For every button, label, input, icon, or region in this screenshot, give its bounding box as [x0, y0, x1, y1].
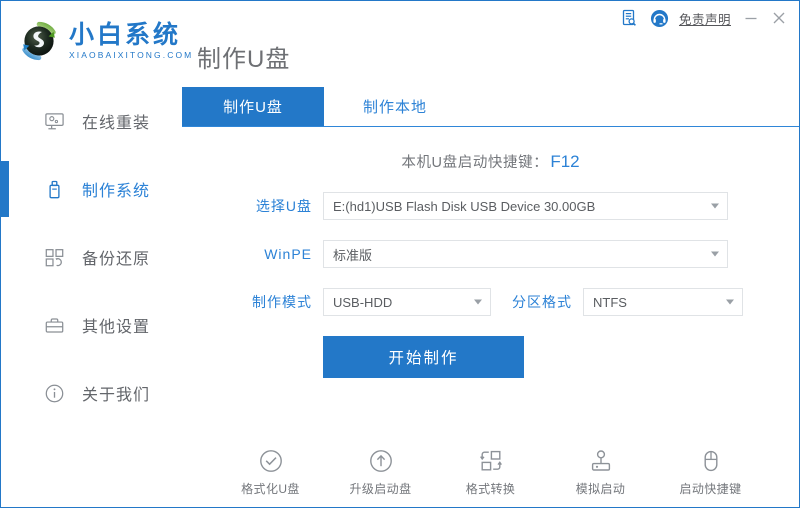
toolbox-icon [43, 314, 65, 336]
boot-shortcut-key: F12 [550, 152, 580, 171]
winpe-select-label: WinPE [264, 246, 312, 262]
chevron-down-icon [474, 299, 482, 305]
convert-squares-icon [477, 447, 505, 475]
sidebar-item-backup-restore[interactable]: 备份还原 [1, 223, 182, 291]
tab-make-usb[interactable]: 制作U盘 [182, 87, 324, 126]
sidebar-active-indicator [1, 161, 9, 217]
form-row-mode-partition: 制作模式 USB-HDD 分区格式 NTFS [182, 288, 799, 316]
tab-bar: 制作U盘 制作本地 [182, 87, 799, 127]
sidebar-item-label: 关于我们 [82, 387, 151, 404]
disclaimer-link[interactable]: 免责声明 [679, 9, 731, 28]
make-usb-form: 选择U盘 E:(hd1)USB Flash Disk USB Device 30… [182, 192, 799, 378]
document-search-icon[interactable] [615, 3, 645, 33]
toolbar-item-label: 模拟启动 [575, 482, 626, 496]
boot-shortcut-text: 本机U盘启动快捷键： [401, 155, 549, 171]
sidebar-item-label: 备份还原 [82, 251, 151, 268]
title-bar-controls: 免责声明 [615, 1, 793, 35]
boot-shortcut-info: 本机U盘启动快捷键： F12 [182, 151, 799, 172]
toolbar-item-upgrade-boot-disk[interactable]: 升级启动盘 [343, 447, 419, 497]
joystick-icon [587, 447, 615, 475]
sidebar-item-label: 其他设置 [82, 319, 151, 336]
info-circle-icon [43, 382, 65, 404]
sidebar-item-online-reinstall[interactable]: 在线重装 [1, 87, 182, 155]
partition-select[interactable]: NTFS [583, 288, 743, 316]
sidebar-item-make-system[interactable]: 制作系统 [1, 155, 182, 223]
brand: 小白系统 XIAOBAIXITONG.COM [15, 17, 193, 65]
toolbar-item-boot-shortcut[interactable]: 启动快捷键 [673, 447, 749, 497]
minimize-button[interactable] [737, 3, 765, 33]
content-panel: 制作U盘 制作本地 本机U盘启动快捷键： F12 选择U盘 E:(hd1)USB … [182, 87, 799, 507]
monitor-icon [43, 110, 65, 132]
brand-text: 小白系统 XIAOBAIXITONG.COM [69, 22, 193, 61]
usb-select-label: 选择U盘 [255, 198, 312, 214]
toolbar-item-simulate-boot[interactable]: 模拟启动 [563, 447, 639, 497]
sidebar-item-label: 制作系统 [82, 183, 151, 200]
winpe-select-value: 标准版 [333, 247, 373, 263]
xiaobai-logo-icon [15, 17, 63, 65]
start-make-button[interactable]: 开始制作 [323, 336, 524, 378]
headset-support-icon[interactable] [645, 3, 675, 33]
winpe-select[interactable]: 标准版 [323, 240, 728, 268]
toolbar-item-format-convert[interactable]: 格式转换 [453, 447, 529, 497]
grid-restore-icon [43, 246, 65, 268]
sidebar: 在线重装 制作系统 备份还原 其他设置 关于我们 [1, 87, 182, 507]
form-row-usb: 选择U盘 E:(hd1)USB Flash Disk USB Device 30… [182, 192, 799, 220]
start-button-row: 开始制作 [182, 336, 799, 378]
app-window: 免责声明 小白系统 XIAOBAIXITONG.COM 制作U盘 在线重装 制作… [0, 0, 800, 508]
usb-drive-icon [43, 178, 65, 200]
mode-select-value: USB-HDD [333, 294, 393, 310]
sidebar-item-about-us[interactable]: 关于我们 [1, 359, 182, 427]
check-circle-icon [257, 447, 285, 475]
toolbar-item-label: 格式转换 [465, 482, 516, 496]
arrow-up-circle-icon [367, 447, 395, 475]
partition-select-label: 分区格式 [512, 294, 572, 310]
chevron-down-icon [711, 203, 719, 209]
mode-select-label: 制作模式 [252, 294, 312, 310]
brand-domain: XIAOBAIXITONG.COM [69, 49, 194, 60]
usb-select-value: E:(hd1)USB Flash Disk USB Device 30.00GB [333, 198, 596, 214]
close-button[interactable] [765, 3, 793, 33]
toolbar-item-label: 启动快捷键 [679, 482, 742, 496]
sidebar-item-label: 在线重装 [82, 115, 151, 132]
tab-make-local[interactable]: 制作本地 [324, 87, 466, 126]
page-title: 制作U盘 [197, 46, 291, 73]
mode-select[interactable]: USB-HDD [323, 288, 491, 316]
mouse-icon [697, 447, 725, 475]
form-row-winpe: WinPE 标准版 [182, 240, 799, 268]
toolbar-item-format-usb[interactable]: 格式化U盘 [233, 447, 309, 497]
toolbar-item-label: 升级启动盘 [349, 482, 412, 496]
bottom-toolbar: 格式化U盘 升级启动盘 格式转换 模拟启动 启动快捷键 [182, 447, 799, 497]
usb-select[interactable]: E:(hd1)USB Flash Disk USB Device 30.00GB [323, 192, 728, 220]
partition-select-value: NTFS [593, 294, 627, 310]
chevron-down-icon [711, 251, 719, 257]
brand-name: 小白系统 [69, 20, 182, 49]
toolbar-item-label: 格式化U盘 [241, 482, 300, 496]
sidebar-item-other-settings[interactable]: 其他设置 [1, 291, 182, 359]
chevron-down-icon [726, 299, 734, 305]
